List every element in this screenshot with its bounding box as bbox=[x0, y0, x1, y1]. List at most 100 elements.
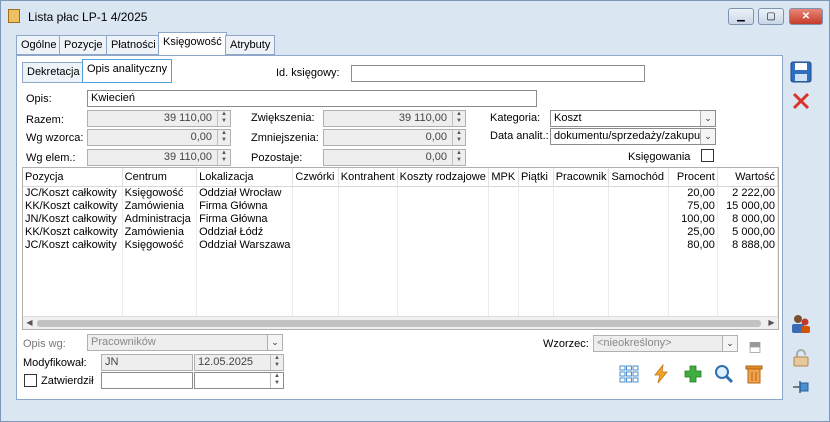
tab-ksiegowosc[interactable]: Księgowość bbox=[158, 32, 227, 55]
table-cell[interactable] bbox=[338, 212, 398, 225]
table-cell[interactable]: 2 222,00 bbox=[717, 186, 778, 199]
table-cell[interactable] bbox=[518, 225, 554, 238]
table-cell[interactable] bbox=[518, 186, 554, 199]
table-cell[interactable]: 75,00 bbox=[668, 199, 718, 212]
table-cell[interactable]: Zamówienia bbox=[122, 225, 198, 238]
table-cell[interactable] bbox=[397, 212, 490, 225]
table-cell[interactable] bbox=[608, 199, 669, 212]
col-header-czworki[interactable]: Czwórki bbox=[292, 168, 339, 187]
horizontal-scrollbar[interactable]: ◀ ▶ bbox=[23, 316, 778, 329]
pin-button[interactable] bbox=[789, 375, 813, 399]
search-button[interactable] bbox=[712, 363, 736, 385]
close-button[interactable]: ✕ bbox=[789, 8, 823, 25]
table-cell[interactable]: 15 000,00 bbox=[717, 199, 778, 212]
table-cell[interactable]: Zamówienia bbox=[122, 199, 198, 212]
table-cell[interactable]: Firma Główna bbox=[196, 199, 294, 212]
table-cell[interactable] bbox=[397, 186, 490, 199]
data-analit-select[interactable]: dokumentu/sprzedaży/zakupu ⌄ bbox=[550, 128, 716, 145]
table-cell[interactable] bbox=[292, 212, 339, 225]
ksiegowania-checkbox[interactable] bbox=[701, 149, 714, 162]
opis-wg-select[interactable]: Pracowników ⌄ bbox=[87, 334, 283, 351]
table-cell[interactable] bbox=[397, 199, 490, 212]
table-cell[interactable] bbox=[553, 225, 610, 238]
table-cell[interactable]: 8 888,00 bbox=[717, 238, 778, 251]
table-row[interactable]: JC/Koszt całkowity Księgowość Oddział Wars… bbox=[23, 238, 778, 251]
table-cell[interactable] bbox=[338, 199, 398, 212]
table-cell[interactable]: 8 000,00 bbox=[717, 212, 778, 225]
table-cell[interactable] bbox=[553, 238, 610, 251]
table-cell[interactable]: Księgowość bbox=[122, 186, 198, 199]
table-cell[interactable]: 100,00 bbox=[668, 212, 718, 225]
table-cell[interactable] bbox=[292, 186, 339, 199]
col-header-samochod[interactable]: Samochód bbox=[608, 168, 669, 187]
id-ksiegowy-field[interactable] bbox=[351, 65, 645, 82]
table-cell[interactable] bbox=[488, 212, 519, 225]
zatwierdzil-user[interactable] bbox=[101, 372, 193, 389]
table-cell[interactable]: Oddział Łódź bbox=[196, 225, 294, 238]
tab-ogolne[interactable]: Ogólne bbox=[16, 35, 62, 55]
table-cell[interactable]: Firma Główna bbox=[196, 212, 294, 225]
col-header-kontrahent[interactable]: Kontrahent bbox=[338, 168, 398, 187]
table-cell[interactable] bbox=[292, 238, 339, 251]
col-header-mpk[interactable]: MPK bbox=[488, 168, 519, 187]
lock-button[interactable] bbox=[789, 346, 813, 370]
generate-button[interactable] bbox=[649, 363, 673, 385]
table-cell[interactable] bbox=[488, 199, 519, 212]
col-header-wartosc[interactable]: Wartość bbox=[717, 168, 778, 187]
table-cell[interactable] bbox=[518, 212, 554, 225]
table-cell[interactable] bbox=[397, 225, 490, 238]
table-cell[interactable]: JN/Koszt całkowity bbox=[23, 212, 123, 225]
table-cell[interactable]: Księgowość bbox=[122, 238, 198, 251]
table-cell[interactable] bbox=[488, 186, 519, 199]
table-cell[interactable]: JC/Koszt całkowity bbox=[23, 186, 123, 199]
table-cell[interactable]: Oddział Wrocław bbox=[196, 186, 294, 199]
table-cell[interactable]: 20,00 bbox=[668, 186, 718, 199]
table-cell[interactable] bbox=[518, 238, 554, 251]
col-header-piatki[interactable]: Piątki bbox=[518, 168, 554, 187]
table-cell[interactable]: 5 000,00 bbox=[717, 225, 778, 238]
cancel-button[interactable] bbox=[789, 89, 813, 113]
table-cell[interactable]: JC/Koszt całkowity bbox=[23, 238, 123, 251]
table-row[interactable]: KK/Koszt całkowity Zamówienia Oddział Łódź… bbox=[23, 225, 778, 238]
save-button[interactable] bbox=[789, 60, 813, 84]
table-cell[interactable] bbox=[553, 212, 610, 225]
kategoria-select[interactable]: Koszt ⌄ bbox=[550, 110, 716, 127]
table-cell[interactable] bbox=[397, 238, 490, 251]
table-cell[interactable] bbox=[608, 186, 669, 199]
table-cell[interactable] bbox=[553, 199, 610, 212]
table-cell[interactable] bbox=[608, 212, 669, 225]
col-header-koszty-rodzajowe[interactable]: Koszty rodzajowe bbox=[397, 168, 490, 187]
scroll-right-icon[interactable]: ▶ bbox=[765, 317, 778, 329]
table-row[interactable]: JN/Koszt całkowity Administracja Firma Głó… bbox=[23, 212, 778, 225]
employees-button[interactable] bbox=[789, 312, 813, 336]
wzorzec-select[interactable]: <nieokreślony> ⌄ bbox=[593, 335, 738, 352]
table-cell[interactable] bbox=[292, 225, 339, 238]
zatwierdzil-checkbox[interactable] bbox=[24, 374, 37, 387]
table-cell[interactable]: KK/Koszt całkowity bbox=[23, 199, 123, 212]
table-cell[interactable] bbox=[608, 238, 669, 251]
tab-atrybuty[interactable]: Atrybuty bbox=[225, 35, 276, 55]
table-cell[interactable] bbox=[518, 199, 554, 212]
opis-field[interactable]: Kwiecień bbox=[87, 90, 537, 107]
table-cell[interactable] bbox=[488, 225, 519, 238]
table-cell[interactable] bbox=[608, 225, 669, 238]
subtab-opis-analityczny[interactable]: Opis analityczny bbox=[82, 59, 173, 83]
table-cell[interactable]: KK/Koszt całkowity bbox=[23, 225, 123, 238]
col-header-pozycja[interactable]: Pozycja bbox=[23, 168, 123, 187]
table-cell[interactable]: Oddział Warszawa bbox=[196, 238, 294, 251]
wzorzec-apply-button[interactable]: ⬒ bbox=[743, 335, 767, 357]
table-cell[interactable] bbox=[338, 238, 398, 251]
table-cell[interactable]: Administracja bbox=[122, 212, 198, 225]
table-cell[interactable] bbox=[292, 199, 339, 212]
table-cell[interactable] bbox=[338, 186, 398, 199]
delete-button[interactable] bbox=[742, 363, 766, 385]
grid-view-button[interactable] bbox=[617, 363, 641, 385]
tab-platnosci[interactable]: Płatności bbox=[106, 35, 161, 55]
subtab-dekretacja[interactable]: Dekretacja bbox=[22, 62, 85, 83]
table-cell[interactable] bbox=[553, 186, 610, 199]
table-cell[interactable]: 25,00 bbox=[668, 225, 718, 238]
scroll-left-icon[interactable]: ◀ bbox=[23, 317, 36, 329]
col-header-lokalizacja[interactable]: Lokalizacja bbox=[196, 168, 294, 187]
zatwierdzil-date-field[interactable]: ▲ ▼ bbox=[194, 372, 284, 389]
table-cell[interactable] bbox=[488, 238, 519, 251]
